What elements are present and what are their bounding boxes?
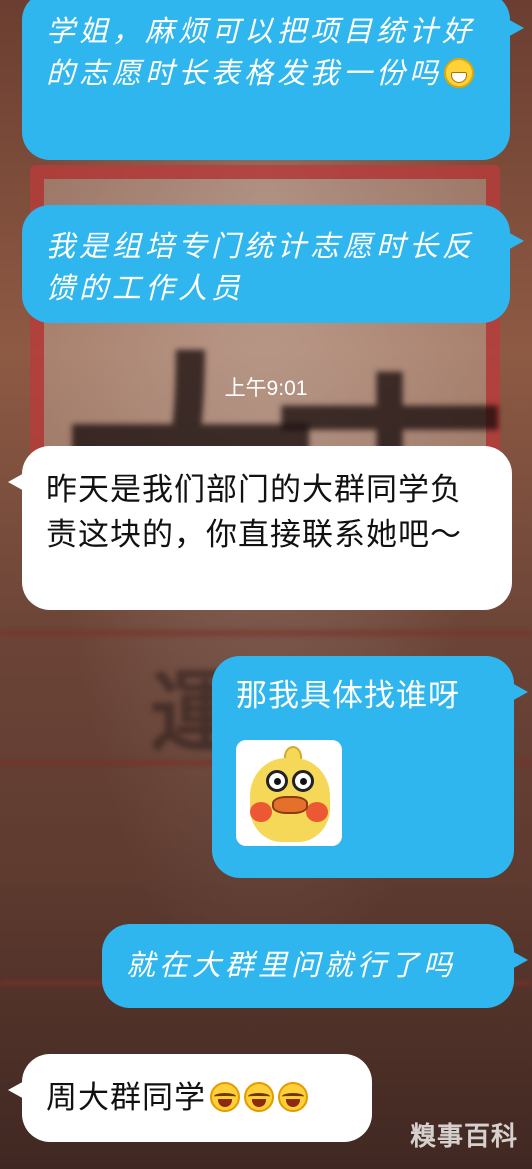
wallpaper-stripe — [0, 630, 532, 636]
message-timestamp: 上午9:01 — [224, 377, 308, 400]
message-text: 我是组培专门统计志愿时长反馈的工作人员 — [46, 229, 476, 306]
duck-sticker-eye — [292, 770, 314, 792]
duck-sticker[interactable] — [236, 740, 342, 846]
tears-of-joy-icon — [244, 1082, 274, 1112]
watermark: 糗事百科 — [409, 1122, 518, 1152]
message-text: 学姐，麻烦可以把项目统计好的志愿时长表格发我一份吗 — [46, 14, 476, 91]
tears-of-joy-icon — [278, 1082, 308, 1112]
message-bubble-incoming[interactable]: 周大群同学 — [8, 1054, 372, 1142]
duck-sticker-eye — [266, 770, 288, 792]
message-bubble-outgoing[interactable]: 就在大群里问就行了吗 — [102, 924, 528, 1008]
message-text: 昨天是我们部门的大群同学负责这块的，你直接联系她吧～ — [46, 472, 462, 552]
message-text: 周大群同学 — [46, 1080, 206, 1115]
message-bubble-incoming[interactable]: 昨天是我们部门的大群同学负责这块的，你直接联系她吧～ — [8, 446, 512, 610]
grinning-face-icon — [444, 58, 475, 89]
duck-sticker-cheek — [250, 802, 272, 822]
message-bubble-outgoing[interactable]: 我是组培专门统计志愿时长反馈的工作人员 — [22, 205, 524, 323]
tears-of-joy-icon — [210, 1082, 240, 1112]
message-text: 就在大群里问就行了吗 — [126, 948, 457, 982]
duck-sticker-cheek — [306, 802, 328, 822]
message-text: 那我具体找谁呀 — [236, 678, 460, 713]
duck-sticker-beak — [272, 796, 308, 814]
message-bubble-outgoing[interactable]: 学姐，麻烦可以把项目统计好的志愿时长表格发我一份吗 — [22, 0, 524, 160]
